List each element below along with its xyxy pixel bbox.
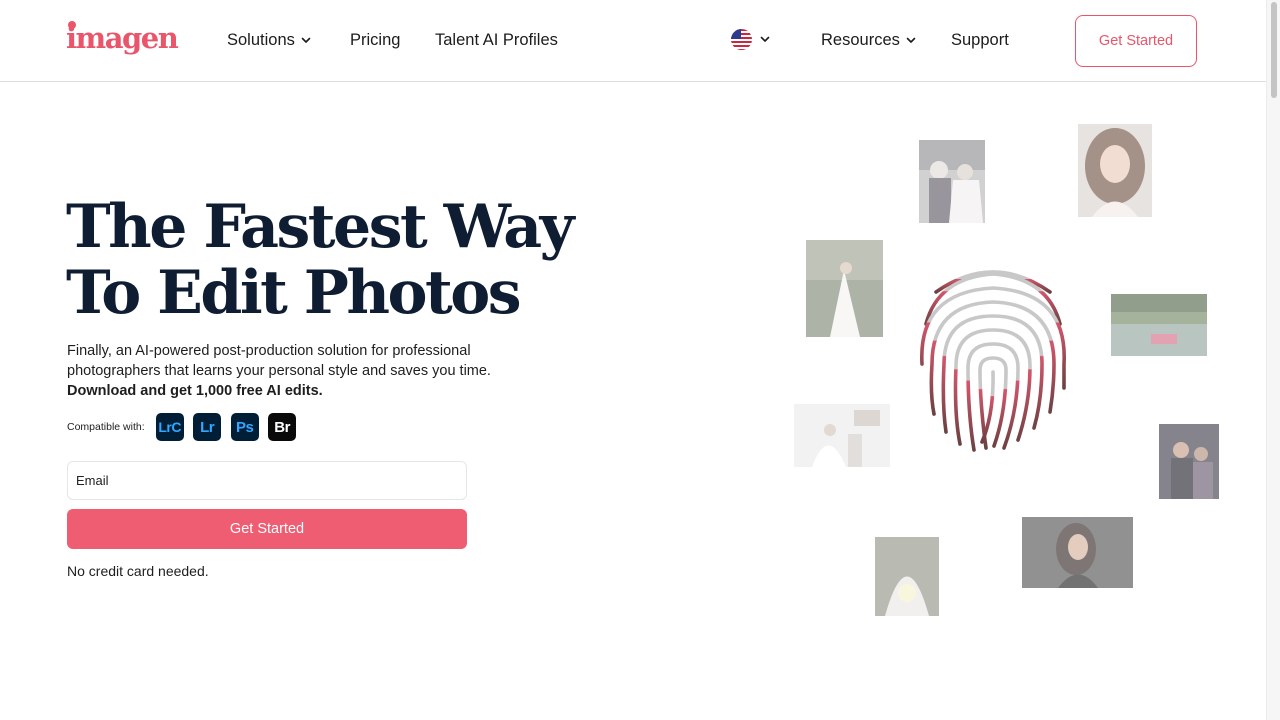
chevron-down-icon [906,37,916,43]
hero-description: Finally, an AI-powered post-production s… [67,341,497,401]
portrait-photo [1078,124,1152,217]
compatible-apps: Compatible with: LrC Lr Ps Br [67,413,306,441]
nav-pricing[interactable]: Pricing [350,28,400,52]
nav-pricing-label: Pricing [350,30,401,49]
fingerprint-icon [920,270,1066,452]
hero-title-line-2: To Edit Photos [66,258,522,328]
logo-dot [68,21,76,29]
hero-description-text: Finally, an AI-powered post-production s… [67,343,491,379]
lightroom-icon: Lr [193,413,222,441]
bright-wedding-photo [794,404,890,467]
photoshop-icon: Ps [230,413,259,441]
nav-solutions[interactable]: Solutions [227,28,311,52]
hero-title: The Fastest Way To Edit Photos [66,194,586,326]
nav-resources[interactable]: Resources [821,28,916,52]
bride-garden-photo [806,240,883,337]
no-credit-card-note: No credit card needed. [67,563,209,579]
scrollbar-thumb[interactable] [1271,2,1277,98]
studio-portrait-photo [1022,517,1133,588]
email-field[interactable] [67,461,467,500]
couple-night-photo [1159,424,1219,499]
us-flag-icon[interactable] [731,29,752,50]
wedding-ceremony-photo [919,140,985,223]
nav-talent-label: Talent AI Profiles [435,30,558,49]
bridge-icon: Br [268,413,297,441]
logo-text: imagen [66,21,179,55]
compatible-label: Compatible with: [67,421,145,433]
site-header: imagen Solutions Pricing Talent AI Profi… [0,0,1266,82]
nav-support-label: Support [951,30,1009,49]
header-get-started-button[interactable]: Get Started [1075,15,1197,67]
hero-description-bold: Download and get 1,000 free AI edits. [67,383,323,399]
imagen-logo[interactable]: imagen [66,18,179,58]
nav-solutions-label: Solutions [227,30,295,49]
hero-title-line-1: The Fastest Way [66,192,575,262]
lake-landscape-photo [1111,294,1207,356]
nav-talent-ai-profiles[interactable]: Talent AI Profiles [435,28,558,52]
page-scrollbar[interactable] [1266,0,1280,720]
lightroom-classic-icon: LrC [155,413,184,441]
bride-veil-photo [875,537,939,616]
get-started-button[interactable]: Get Started [67,509,467,549]
chevron-down-icon [301,37,311,43]
nav-support[interactable]: Support [951,28,1009,52]
language-chevron-down-icon[interactable] [760,34,770,44]
nav-resources-label: Resources [821,30,900,49]
